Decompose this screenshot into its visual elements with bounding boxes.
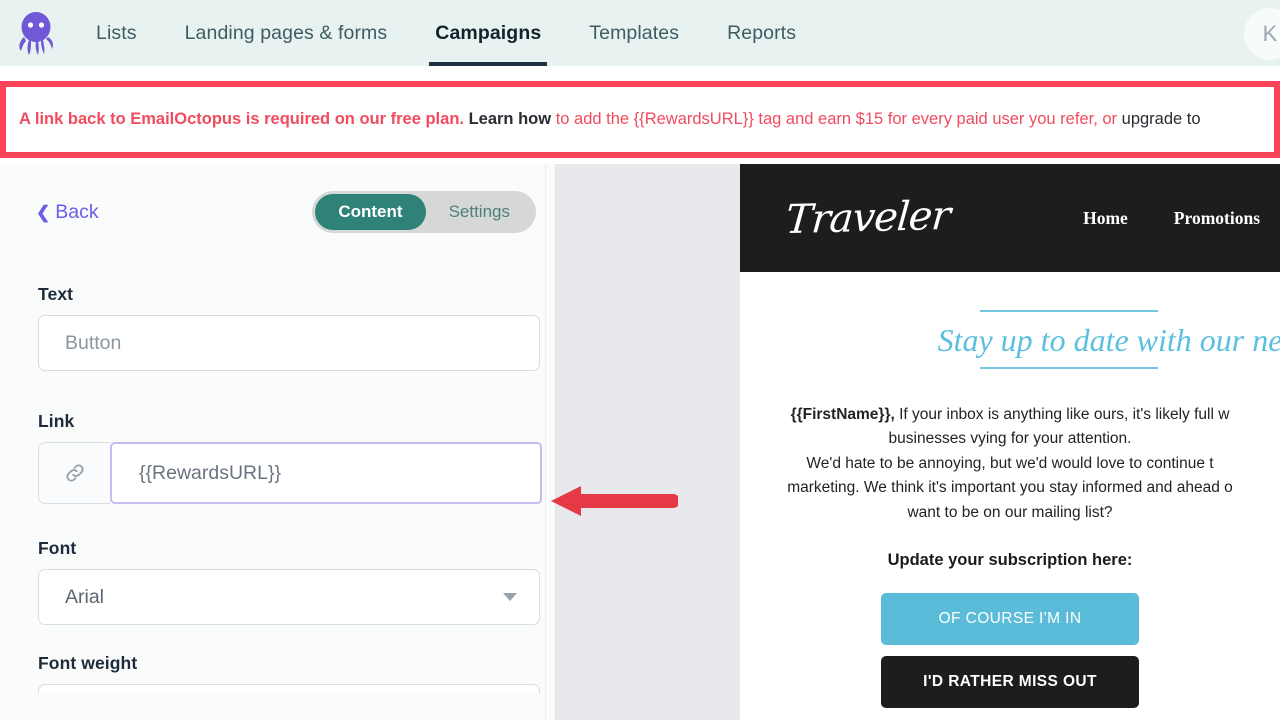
email-copy-text: want to be on our mailing list? [907, 503, 1113, 521]
email-copy-line: marketing. We think it's important you s… [740, 476, 1280, 500]
email-copy-text: If your inbox is anything like ours, it'… [894, 406, 1230, 423]
link-chain-icon [65, 464, 84, 482]
email-preview: Traveler Home Promotions Stay up to date… [740, 164, 1280, 720]
font-field-label: Font [38, 538, 77, 558]
email-copy-line: We'd hate to be annoying, but we'd would… [740, 452, 1280, 476]
chevron-left-icon: ❮ [36, 202, 51, 222]
nav-item-reports[interactable]: Reports [703, 0, 820, 66]
nav-item-label: Templates [589, 21, 680, 44]
email-nav: Home Promotions [1083, 208, 1280, 229]
avatar-initial: K [1262, 21, 1278, 46]
banner-learn-how-link[interactable]: Learn how [469, 110, 552, 128]
tab-content-label: Content [338, 202, 403, 221]
email-nav-item-home[interactable]: Home [1083, 208, 1128, 229]
merge-tag-firstname: {{FirstName}}, [790, 406, 895, 423]
tab-settings-label: Settings [448, 202, 510, 221]
logo-container[interactable] [0, 10, 72, 56]
top-navigation-bar: Lists Landing pages & forms Campaigns Te… [0, 0, 1280, 66]
nav-item-lists[interactable]: Lists [72, 0, 161, 66]
cta-subscribe-button[interactable]: OF COURSE I'M IN [881, 593, 1139, 646]
user-avatar[interactable]: K [1244, 8, 1280, 60]
text-field-label: Text [38, 284, 74, 304]
link-chain-icon-button[interactable] [38, 442, 110, 504]
nav-item-label: Reports [727, 21, 797, 44]
banner-upgrade-link[interactable]: upgrade to [1122, 110, 1201, 128]
email-nav-item-promotions[interactable]: Promotions [1174, 208, 1260, 229]
cta-unsubscribe-label: I'D RATHER MISS OUT [923, 673, 1097, 691]
nav-item-label: Landing pages & forms [184, 21, 388, 44]
nav-item-templates[interactable]: Templates [565, 0, 703, 66]
free-plan-notice-banner: A link back to EmailOctopus is required … [0, 81, 1280, 158]
email-copy-line: want to be on our mailing list? [740, 501, 1280, 525]
panel-scrollbar[interactable] [545, 164, 555, 720]
email-copy-line: {{FirstName}}, If your inbox is anything… [740, 403, 1280, 427]
cta-unsubscribe-button[interactable]: I'D RATHER MISS OUT [881, 656, 1139, 709]
nav-links: Lists Landing pages & forms Campaigns Te… [72, 0, 820, 66]
email-headline-block: Stay up to date with our ne [740, 310, 1280, 369]
nav-item-label: Lists [96, 21, 137, 44]
banner-message: A link back to EmailOctopus is required … [6, 111, 1201, 128]
banner-part-1: A link back to EmailOctopus is required … [19, 110, 464, 129]
email-headline: Stay up to date with our ne [937, 322, 1280, 358]
field-list: Text Button Link {{RewardsURL}} Font Ari… [0, 260, 546, 694]
nav-item-label: Campaigns [435, 21, 542, 44]
headline-rule-top [980, 310, 1158, 312]
font-select[interactable]: Arial [38, 569, 540, 625]
link-url-value: {{RewardsURL}} [139, 461, 282, 484]
email-copy-text: marketing. We think it's important you s… [787, 479, 1233, 497]
tab-settings[interactable]: Settings [426, 194, 533, 230]
tab-content[interactable]: Content [315, 194, 426, 230]
banner-part-3: to add the {{RewardsURL}} tag and earn $… [555, 110, 1118, 129]
content-settings-toggle: Content Settings [312, 191, 536, 233]
email-header: Traveler Home Promotions [740, 164, 1280, 272]
email-copy-text: We'd hate to be annoying, but we'd would… [806, 454, 1214, 472]
nav-item-landing-pages-forms[interactable]: Landing pages & forms [161, 0, 412, 66]
octopus-logo-icon [19, 12, 53, 55]
font-select-value: Arial [65, 585, 105, 608]
editor-area: ❮ Back Content Settings Text Button Link… [0, 164, 1280, 720]
email-copy: {{FirstName}}, If your inbox is anything… [740, 403, 1280, 525]
text-input[interactable]: Button [38, 315, 540, 371]
email-copy-text: businesses vying for your attention. [888, 430, 1132, 448]
email-brand-logo: Traveler [783, 192, 952, 244]
nav-item-campaigns[interactable]: Campaigns [411, 0, 565, 66]
app-root: Lists Landing pages & forms Campaigns Te… [0, 0, 1280, 720]
email-copy-line: businesses vying for your attention. [740, 427, 1280, 451]
back-button[interactable]: ❮ Back [36, 201, 99, 224]
email-body: Stay up to date with our ne {{FirstName}… [740, 310, 1280, 709]
cta-subscribe-label: OF COURSE I'M IN [938, 610, 1082, 628]
preview-gutter [557, 164, 740, 720]
link-url-input[interactable]: {{RewardsURL}} [110, 442, 542, 504]
chevron-down-icon [503, 593, 517, 601]
text-input-value: Button [65, 331, 122, 354]
font-weight-field-label: Font weight [38, 653, 138, 673]
link-input-group: {{RewardsURL}} [38, 442, 542, 504]
font-weight-select[interactable] [38, 684, 540, 694]
block-settings-panel: ❮ Back Content Settings Text Button Link… [0, 164, 556, 720]
headline-rule-bottom [980, 367, 1158, 369]
email-cta-group: OF COURSE I'M IN I'D RATHER MISS OUT [740, 593, 1280, 709]
back-button-label: Back [55, 200, 99, 223]
link-field-label: Link [38, 411, 75, 431]
email-subheading: Update your subscription here: [887, 551, 1133, 570]
